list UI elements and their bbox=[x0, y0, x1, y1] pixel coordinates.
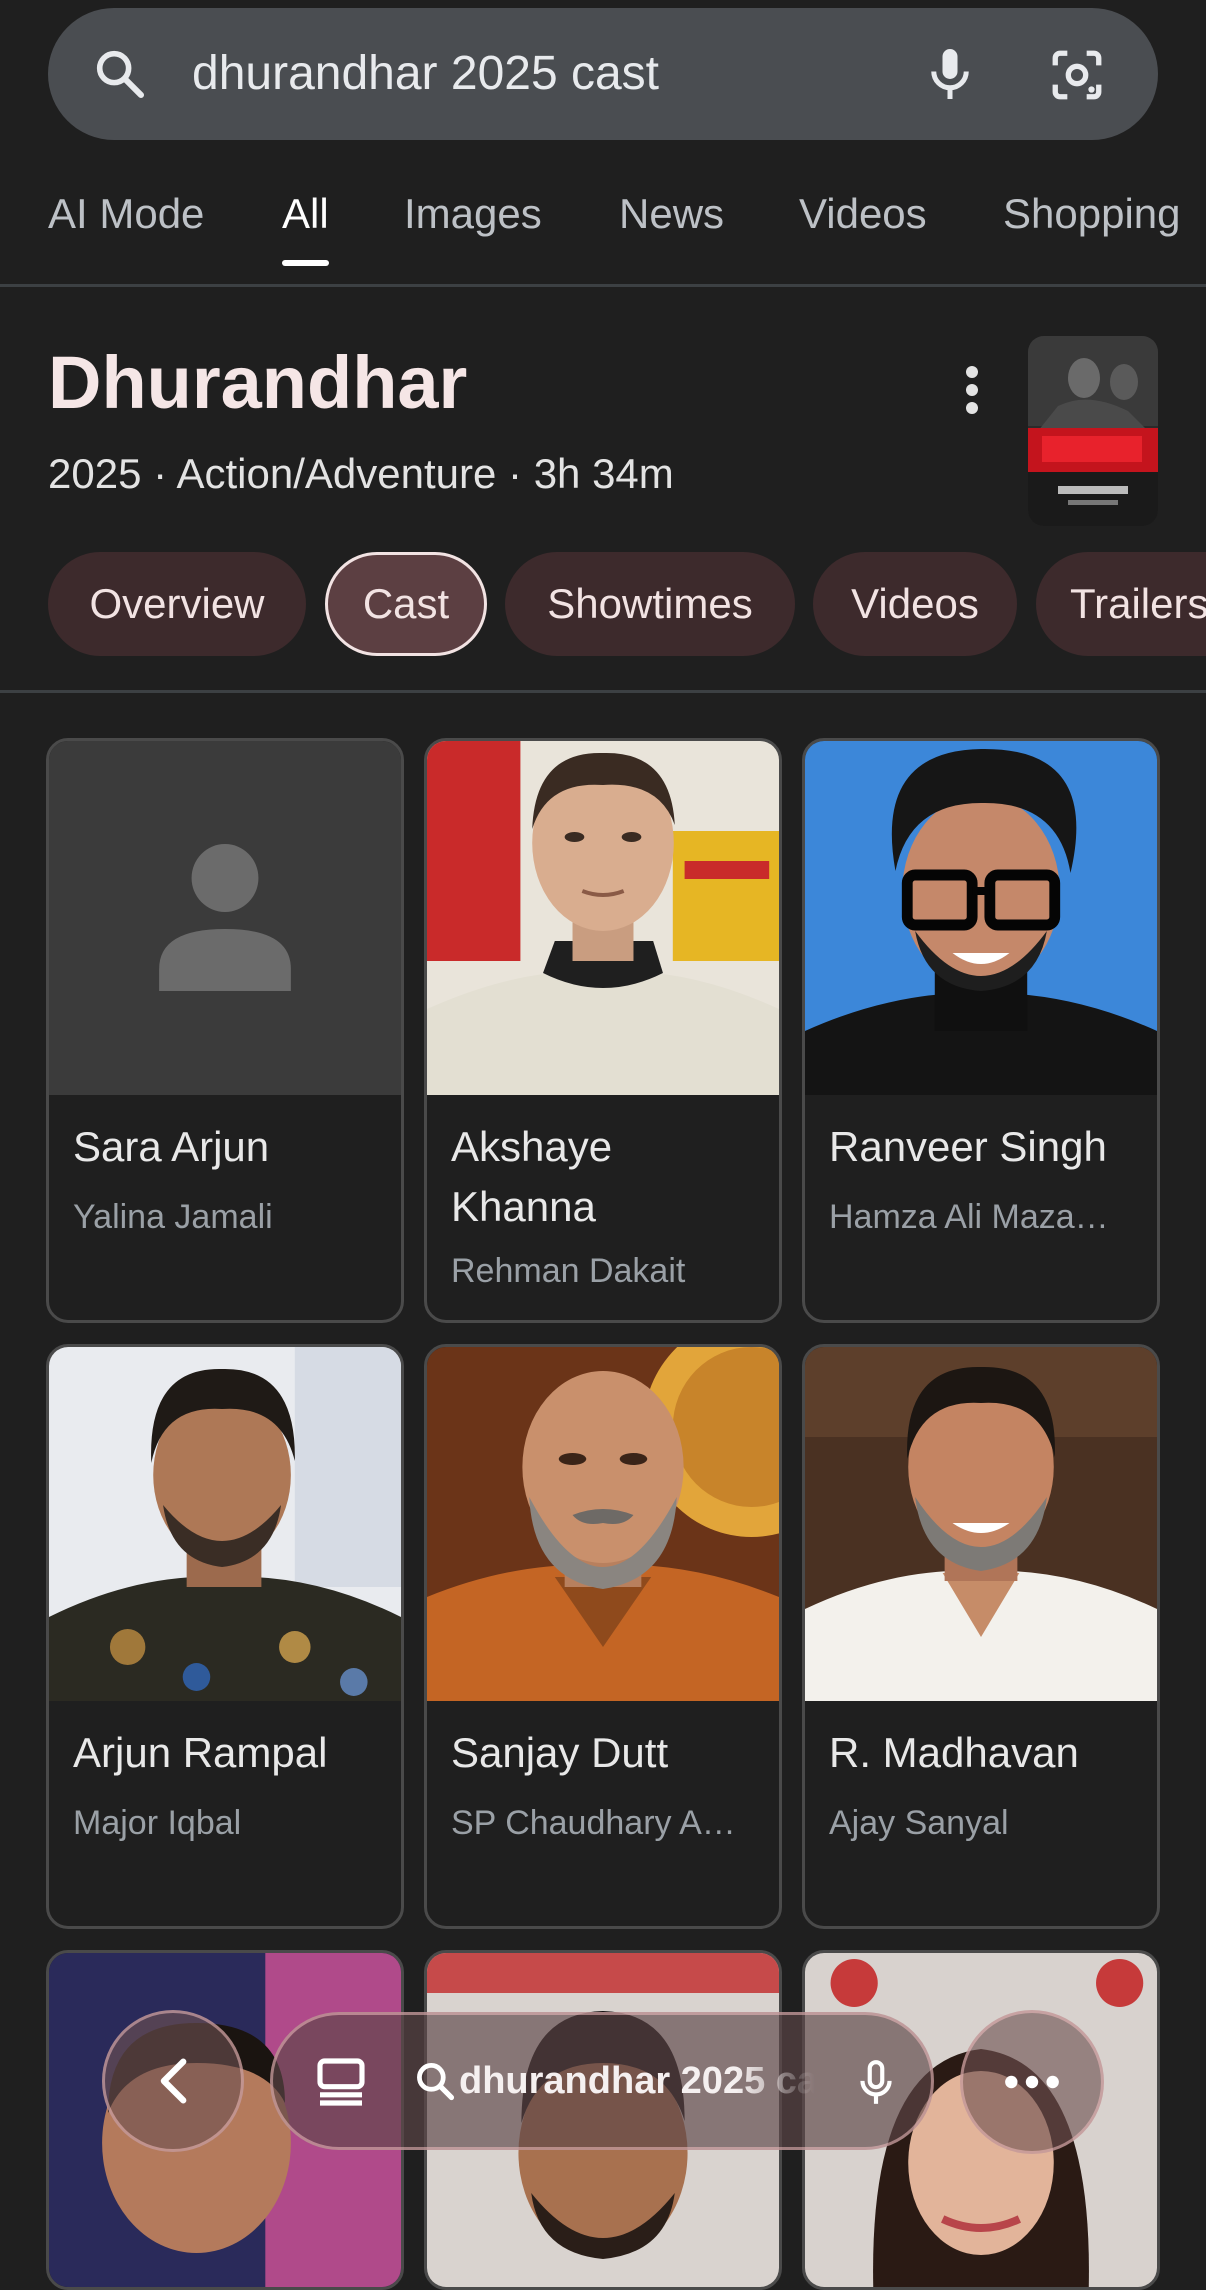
placeholder-person-icon bbox=[49, 741, 401, 1095]
cast-role: Major Iqbal bbox=[73, 1804, 242, 1842]
knowledge-panel-chips: Overview Cast Showtimes Videos Trailers bbox=[0, 550, 1206, 693]
poster-image bbox=[1028, 336, 1158, 526]
chip-cast[interactable]: Cast bbox=[325, 552, 487, 656]
cast-card[interactable]: Sara Arjun Yalina Jamali bbox=[46, 738, 404, 1323]
tabs-icon[interactable] bbox=[313, 2053, 369, 2111]
tab-images[interactable]: Images bbox=[404, 184, 542, 244]
back-arrow-icon bbox=[160, 2058, 187, 2104]
cast-name: Arjun Rampal bbox=[73, 1729, 328, 1776]
actor-photo bbox=[805, 741, 1157, 1095]
bottom-search-query[interactable]: dhurandhar 2025 ca bbox=[459, 2053, 815, 2109]
chip-trailers[interactable]: Trailers bbox=[1036, 552, 1206, 656]
cast-photo bbox=[49, 1347, 401, 1701]
tab-ai-mode[interactable]: AI Mode bbox=[48, 184, 204, 244]
tab-videos[interactable]: Videos bbox=[799, 184, 927, 244]
actor-photo bbox=[427, 741, 779, 1095]
cast-photo bbox=[805, 741, 1157, 1095]
movie-poster[interactable] bbox=[1028, 336, 1158, 526]
cast-card[interactable]: Arjun Rampal Major Iqbal bbox=[46, 1344, 404, 1929]
more-vertical-icon[interactable] bbox=[950, 360, 994, 420]
movie-title: Dhurandhar bbox=[48, 341, 468, 424]
tab-shopping[interactable]: Shopping bbox=[1003, 184, 1181, 244]
mic-icon[interactable] bbox=[920, 44, 980, 104]
search-icon bbox=[417, 2063, 455, 2101]
tab-all[interactable]: All bbox=[282, 184, 329, 266]
cast-name: Ranveer Singh bbox=[829, 1123, 1107, 1170]
chip-overview[interactable]: Overview bbox=[48, 552, 306, 656]
cast-name: Akshaye Khanna bbox=[451, 1123, 613, 1230]
cast-name: Sanjay Dutt bbox=[451, 1729, 669, 1776]
search-tabs: AI Mode All Images News Videos Shopping bbox=[0, 160, 1206, 287]
tab-news[interactable]: News bbox=[619, 184, 724, 244]
cast-card[interactable]: Akshaye Khanna Rehman Dakait bbox=[424, 738, 782, 1323]
google-lens-icon[interactable] bbox=[1048, 46, 1106, 104]
actor-photo bbox=[805, 1347, 1157, 1701]
meta-separator: · bbox=[153, 450, 168, 497]
back-button[interactable] bbox=[102, 2010, 244, 2152]
mic-icon[interactable] bbox=[851, 2055, 901, 2111]
cast-card[interactable]: Ranveer Singh Hamza Ali Maza… bbox=[802, 738, 1160, 1323]
cast-role: Ajay Sanyal bbox=[829, 1804, 1009, 1842]
movie-year: 2025 bbox=[48, 450, 142, 497]
cast-role: Hamza Ali Maza… bbox=[829, 1198, 1109, 1236]
cast-photo bbox=[805, 1347, 1157, 1701]
cast-card[interactable]: R. Madhavan Ajay Sanyal bbox=[802, 1344, 1160, 1929]
chip-videos[interactable]: Videos bbox=[813, 552, 1017, 656]
more-horizontal-icon bbox=[1005, 2075, 1059, 2089]
search-bar[interactable]: dhurandhar 2025 cast bbox=[48, 8, 1158, 140]
cast-card[interactable]: Sanjay Dutt SP Chaudhary A… bbox=[424, 1344, 782, 1929]
cast-role: Yalina Jamali bbox=[73, 1198, 273, 1236]
chip-showtimes[interactable]: Showtimes bbox=[505, 552, 795, 656]
meta-separator: · bbox=[508, 450, 523, 497]
actor-photo bbox=[49, 1347, 401, 1701]
movie-meta: 2025 · Action/Adventure · 3h 34m bbox=[48, 446, 674, 502]
cast-photo bbox=[427, 741, 779, 1095]
actor-photo bbox=[427, 1347, 779, 1701]
cast-role: SP Chaudhary A… bbox=[451, 1804, 736, 1842]
search-query-text[interactable]: dhurandhar 2025 cast bbox=[192, 44, 659, 104]
cast-photo bbox=[49, 741, 401, 1095]
more-options-button[interactable] bbox=[960, 2010, 1104, 2154]
cast-name: Sara Arjun bbox=[73, 1123, 270, 1170]
cast-name: R. Madhavan bbox=[829, 1729, 1079, 1776]
search-icon[interactable] bbox=[92, 46, 148, 102]
cast-photo bbox=[427, 1347, 779, 1701]
movie-genre: Action/Adventure bbox=[176, 450, 497, 497]
movie-runtime: 3h 34m bbox=[533, 450, 674, 497]
cast-role: Rehman Dakait bbox=[451, 1252, 686, 1290]
bottom-search-pill[interactable]: dhurandhar 2025 ca bbox=[270, 2012, 934, 2150]
